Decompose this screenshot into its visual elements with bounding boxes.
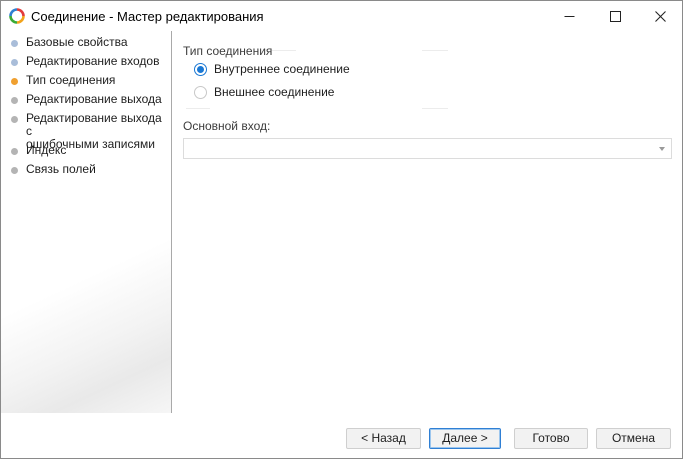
outer-join-label: Внешнее соединение (214, 85, 335, 99)
outer-join-radio[interactable]: Внешнее соединение (194, 84, 334, 100)
step-label: Индекс (26, 143, 67, 157)
title-bar: Соединение - Мастер редактирования (1, 1, 682, 31)
step-index[interactable]: Индекс (1, 144, 169, 159)
group-box-line (422, 50, 448, 51)
close-button[interactable] (637, 1, 683, 31)
minimize-icon (564, 15, 574, 17)
step-basic-properties[interactable]: Базовые свойства (1, 36, 169, 51)
step-done-dot (11, 59, 18, 66)
maximize-icon (609, 10, 621, 22)
app-logo-icon (9, 8, 25, 24)
close-icon (654, 10, 666, 22)
inner-join-radio[interactable]: Внутреннее соединение (194, 61, 350, 77)
step-edit-output[interactable]: Редактирование выхода (1, 93, 169, 108)
step-pending-dot (11, 97, 18, 104)
step-current-dot (11, 78, 18, 85)
wizard-button-bar: < Назад Далее > Готово Отмена (1, 413, 682, 458)
radio-checked-indicator (194, 62, 207, 76)
step-edit-inputs[interactable]: Редактирование входов (1, 55, 169, 70)
finish-button[interactable]: Готово (514, 428, 588, 449)
group-box-line (272, 50, 296, 51)
step-label: Редактирование выхода (26, 92, 162, 106)
inner-join-label: Внутреннее соединение (214, 62, 350, 76)
minimize-button[interactable] (546, 1, 592, 31)
wizard-window: Соединение - Мастер редактирования Базов… (0, 0, 683, 459)
step-label: Базовые свойства (26, 35, 128, 49)
main-input-combobox[interactable] (183, 138, 672, 159)
group-box-line (186, 108, 210, 109)
cancel-button[interactable]: Отмена (596, 428, 671, 449)
join-type-group-title: Тип соединения (183, 44, 273, 58)
chevron-down-icon[interactable] (659, 147, 665, 151)
window-title: Соединение - Мастер редактирования (31, 9, 264, 24)
step-label: Тип соединения (26, 73, 116, 87)
group-box-line (422, 108, 448, 109)
main-input-label: Основной вход: (183, 119, 271, 133)
step-field-mapping[interactable]: Связь полей (1, 163, 169, 178)
next-button[interactable]: Далее > (429, 428, 501, 449)
step-pending-dot (11, 167, 18, 174)
wizard-steps-panel: Базовые свойства Редактирование входов Т… (1, 31, 171, 413)
step-label: Связь полей (26, 162, 96, 176)
back-button[interactable]: < Назад (346, 428, 421, 449)
wizard-page-content: Тип соединения Внутреннее соединение Вне… (172, 31, 682, 413)
step-pending-dot (11, 148, 18, 155)
step-label: Редактирование входов (26, 54, 160, 68)
radio-unchecked-indicator (194, 85, 207, 99)
step-done-dot (11, 40, 18, 47)
step-edit-error-output[interactable]: Редактирование выхода с ошибочными запис… (1, 112, 169, 151)
step-pending-dot (11, 116, 18, 123)
maximize-button[interactable] (592, 1, 638, 31)
step-join-type[interactable]: Тип соединения (1, 74, 169, 89)
